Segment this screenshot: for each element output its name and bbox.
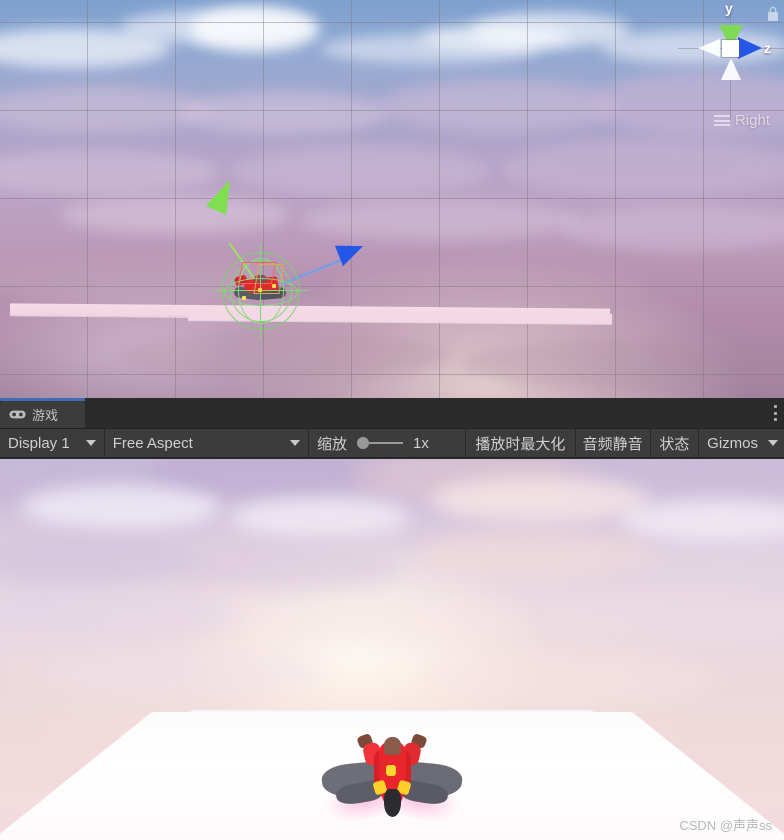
cloud [180, 545, 400, 591]
gizmo-center-dot[interactable] [258, 288, 262, 292]
zoom-value: 1x [413, 434, 429, 452]
cloud [60, 196, 290, 234]
gizmo-center-cube[interactable] [722, 40, 739, 57]
maximize-on-play-button[interactable]: 播放时最大化 [466, 429, 575, 457]
aspect-ratio-label: Free Aspect [112, 434, 193, 452]
mute-audio-button[interactable]: 音频静音 [576, 429, 650, 457]
orientation-label: Right [734, 112, 770, 129]
zoom-slider[interactable] [357, 437, 404, 449]
scene-orientation-gizmo[interactable]: y z [678, 0, 784, 120]
lock-icon[interactable] [766, 6, 780, 22]
chevron-down-icon [290, 440, 301, 446]
zoom-label: 缩放 [317, 435, 348, 453]
game-view-panel[interactable]: CSDN @声声ss [0, 459, 784, 840]
gizmo-y-neg-axis-cone[interactable] [721, 58, 741, 80]
cloud [500, 140, 784, 196]
cloud [330, 262, 650, 304]
gizmos-dropdown[interactable]: Gizmos [699, 429, 784, 457]
gizmo-handle-dot[interactable] [242, 296, 246, 300]
stats-button[interactable]: 状态 [651, 429, 699, 457]
cloud [120, 330, 450, 380]
stats-label: 状态 [659, 435, 690, 453]
cloud [460, 340, 784, 388]
tab-game-label: 游戏 [32, 408, 59, 423]
cloud [40, 647, 320, 697]
game-aircraft [320, 727, 464, 830]
zoom-slider-track[interactable] [369, 442, 404, 444]
aspect-ratio-dropdown[interactable]: Free Aspect [105, 429, 308, 457]
cloud [180, 92, 390, 134]
gizmo-handle-dot[interactable] [272, 284, 276, 288]
cloud [250, 601, 510, 651]
zoom-control[interactable]: 缩放 1x [309, 429, 465, 457]
chevron-down-icon [768, 440, 778, 446]
selected-object-gizmo[interactable] [212, 244, 310, 340]
cloud [300, 200, 580, 240]
scene-view-orientation-caption[interactable]: Right [713, 112, 770, 129]
cloud [430, 477, 650, 523]
cloud [380, 80, 620, 132]
tab-game[interactable]: 游戏 [0, 401, 85, 428]
gamepad-icon [9, 410, 26, 419]
cloud [420, 655, 720, 707]
scene-view-panel[interactable]: y z Right [0, 0, 784, 398]
cloud [190, 6, 320, 52]
panel-tab-bar: 游戏 [0, 398, 784, 428]
display-dropdown-label: Display 1 [8, 434, 70, 452]
watermark: CSDN @声声ss [679, 818, 772, 833]
gizmo-z-label: z [764, 40, 771, 56]
mute-audio-label: 音频静音 [582, 435, 643, 453]
gizmo-x-neg-axis-cone[interactable] [698, 39, 720, 57]
unity-editor-window: y z Right 游戏 Display 1 Free Aspect 缩放 1x… [0, 0, 784, 840]
hamburger-icon[interactable] [713, 113, 730, 129]
cloud [420, 24, 570, 50]
cloud [230, 497, 410, 537]
gizmos-label: Gizmos [707, 434, 758, 452]
display-dropdown[interactable]: Display 1 [0, 429, 104, 457]
game-view-toolbar: Display 1 Free Aspect 缩放 1x 播放时最大化 音频静音 [0, 428, 784, 458]
zoom-slider-knob[interactable] [357, 437, 370, 449]
chevron-down-icon [85, 440, 96, 446]
cloud [20, 485, 220, 529]
panel-options-icon[interactable] [773, 405, 777, 421]
gizmo-y-label: y [725, 0, 733, 16]
cloud [230, 146, 490, 196]
maximize-on-play-label: 播放时最大化 [475, 435, 566, 453]
gizmo-z-axis-cone[interactable] [738, 37, 762, 59]
